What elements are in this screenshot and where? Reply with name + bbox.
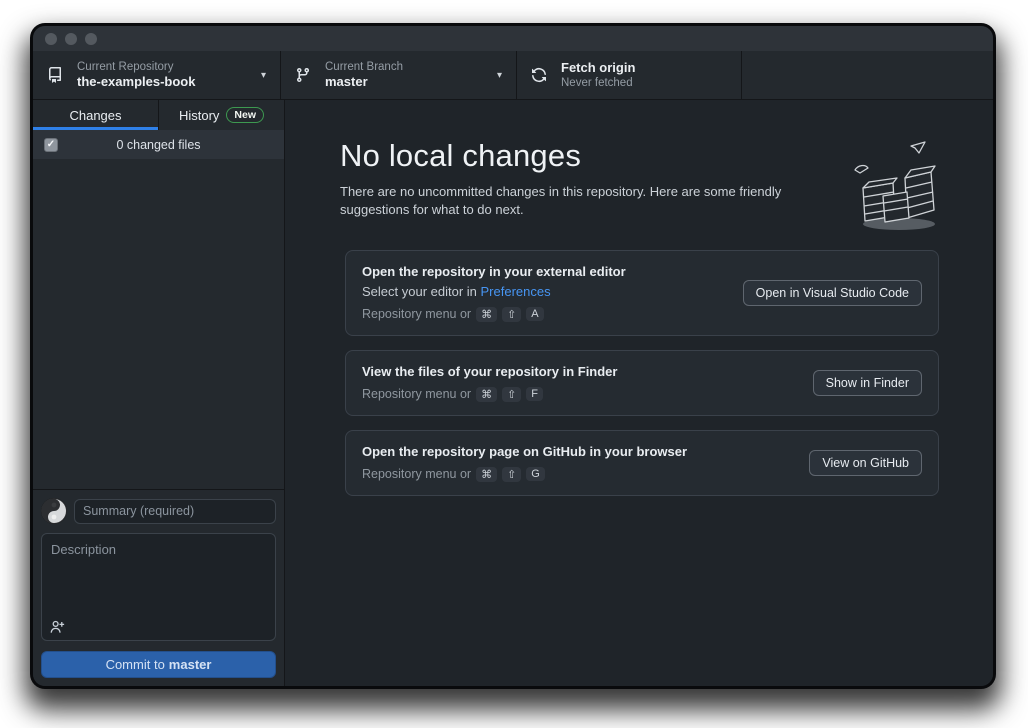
shortcut-hint: Repository menu or ⌘ ⇧ G [362, 467, 793, 482]
close-window-button[interactable] [45, 33, 57, 45]
no-changes-view: No local changes There are no uncommitte… [285, 100, 993, 686]
changed-files-count: 0 changed files [58, 138, 259, 152]
tab-changes[interactable]: Changes [33, 100, 158, 130]
commit-button-branch: master [169, 657, 212, 672]
titlebar [33, 26, 993, 51]
letter-key: F [526, 387, 543, 401]
card-subtitle: Select your editor in Preferences [362, 284, 727, 299]
toolbar-filler [742, 51, 993, 99]
shortcut-hint: Repository menu or ⌘ ⇧ A [362, 307, 727, 322]
changes-sidebar: Changes History New ✓ 0 changed files [33, 100, 285, 686]
shift-key-icon: ⇧ [502, 307, 521, 322]
chevron-down-icon: ▾ [261, 70, 266, 81]
commit-button[interactable]: Commit to master [41, 651, 276, 678]
card-title: View the files of your repository in Fin… [362, 364, 797, 379]
shortcut-prefix: Repository menu or [362, 307, 471, 321]
git-branch-icon [295, 67, 311, 83]
shortcut-prefix: Repository menu or [362, 387, 471, 401]
cmd-key-icon: ⌘ [476, 467, 497, 482]
view-on-github-button[interactable]: View on GitHub [809, 450, 922, 476]
toolbar: Current Repository the-examples-book ▾ C… [33, 51, 993, 100]
repo-icon [47, 67, 63, 83]
tab-changes-label: Changes [69, 108, 121, 123]
commit-description-input[interactable] [42, 534, 275, 618]
changed-files-header: ✓ 0 changed files [33, 130, 284, 159]
shift-key-icon: ⇧ [502, 467, 521, 482]
add-coauthor-icon[interactable] [50, 620, 65, 634]
commit-panel: Commit to master [33, 489, 284, 686]
commit-button-prefix: Commit to [106, 657, 165, 672]
commit-summary-input[interactable] [74, 499, 276, 524]
new-badge: New [226, 107, 264, 123]
current-repository-label: Current Repository [77, 60, 195, 74]
avatar [41, 498, 67, 524]
current-branch-value: master [325, 74, 403, 90]
letter-key: G [526, 467, 545, 481]
show-in-finder-button[interactable]: Show in Finder [813, 370, 922, 396]
sidebar-tabbar: Changes History New [33, 100, 284, 130]
page-subtitle: There are no uncommitted changes in this… [340, 183, 847, 219]
cmd-key-icon: ⌘ [476, 307, 497, 322]
open-in-editor-button[interactable]: Open in Visual Studio Code [743, 280, 922, 306]
current-repository-value: the-examples-book [77, 74, 195, 90]
tab-history[interactable]: History New [158, 100, 284, 130]
current-branch-button[interactable]: Current Branch master ▾ [281, 51, 517, 99]
fetch-origin-status: Never fetched [561, 76, 635, 90]
tab-history-label: History [179, 108, 219, 123]
preferences-link[interactable]: Preferences [481, 284, 551, 299]
chevron-down-icon: ▾ [497, 70, 502, 81]
letter-key: A [526, 307, 543, 321]
shortcut-hint: Repository menu or ⌘ ⇧ F [362, 387, 797, 402]
shortcut-prefix: Repository menu or [362, 467, 471, 481]
zoom-window-button[interactable] [85, 33, 97, 45]
commit-description-box [41, 533, 276, 641]
card-subtitle-text: Select your editor in [362, 284, 481, 299]
minimize-window-button[interactable] [65, 33, 77, 45]
current-repository-button[interactable]: Current Repository the-examples-book ▾ [33, 51, 281, 99]
suggestion-card-github: Open the repository page on GitHub in yo… [345, 430, 939, 496]
current-branch-label: Current Branch [325, 60, 403, 74]
suggestion-card-finder: View the files of your repository in Fin… [345, 350, 939, 416]
card-title: Open the repository in your external edi… [362, 264, 727, 279]
no-changes-illustration [847, 140, 943, 237]
fetch-origin-label: Fetch origin [561, 60, 635, 76]
card-title: Open the repository page on GitHub in yo… [362, 444, 793, 459]
shift-key-icon: ⇧ [502, 387, 521, 402]
select-all-checkbox[interactable]: ✓ [44, 138, 58, 152]
cmd-key-icon: ⌘ [476, 387, 497, 402]
changed-files-list [33, 159, 284, 489]
suggestion-cards: Open the repository in your external edi… [345, 250, 939, 496]
sync-icon [531, 67, 547, 83]
app-window: Current Repository the-examples-book ▾ C… [33, 26, 993, 686]
fetch-origin-button[interactable]: Fetch origin Never fetched [517, 51, 742, 99]
suggestion-card-editor: Open the repository in your external edi… [345, 250, 939, 336]
